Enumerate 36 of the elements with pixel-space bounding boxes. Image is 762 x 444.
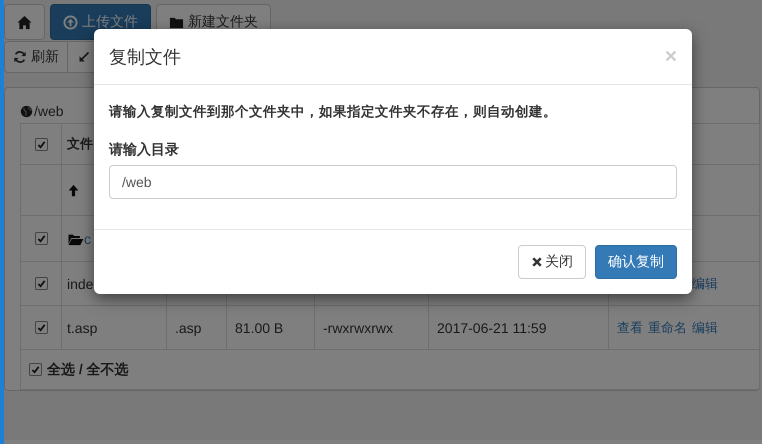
file-name: inde xyxy=(67,276,94,292)
column-header: 文件 xyxy=(67,135,93,153)
close-dialog-button[interactable]: 关闭 xyxy=(518,245,586,279)
checkbox[interactable] xyxy=(34,138,48,150)
dialog-title: 复制文件 xyxy=(109,46,181,68)
file-name: t.asp xyxy=(67,320,98,336)
confirm-copy-button[interactable]: 确认复制 xyxy=(595,245,677,279)
close-icon xyxy=(531,256,543,268)
refresh-button[interactable]: 刷新 xyxy=(4,41,68,73)
upload-icon xyxy=(63,14,78,30)
field-label: 请输入目录 xyxy=(109,141,179,159)
directory-input[interactable]: /web xyxy=(109,165,677,199)
home-icon xyxy=(17,14,32,30)
refresh-icon xyxy=(13,50,27,64)
file-size: 81.00 B xyxy=(235,320,284,336)
path-text: /web xyxy=(34,103,64,119)
home-button[interactable] xyxy=(4,4,45,40)
close-button[interactable]: × xyxy=(664,46,677,67)
checkbox[interactable] xyxy=(29,363,42,376)
edit-link[interactable]: 编辑 xyxy=(692,318,718,336)
file-permissions: -rwxrwxrwx xyxy=(323,320,393,336)
globe-icon xyxy=(20,104,33,118)
checkbox[interactable] xyxy=(34,321,48,334)
file-extension: .asp xyxy=(175,320,202,336)
up-arrow-icon xyxy=(67,182,80,198)
checkbox[interactable] xyxy=(34,232,48,245)
view-link[interactable]: 查看 xyxy=(617,318,643,336)
arrow-icon xyxy=(78,51,90,63)
dialog-message: 请输入复制文件到那个文件夹中，如果指定文件夹不存在，则自动创建。 xyxy=(109,103,557,121)
select-all-label: 全选 / 全不选 xyxy=(47,360,129,378)
modified-time: 2017-06-21 11:59 xyxy=(437,320,546,336)
folder-icon xyxy=(67,232,84,246)
folder-link[interactable]: c xyxy=(84,230,91,246)
rename-link[interactable]: 重命名 xyxy=(648,318,687,336)
edit-link[interactable]: 编辑 xyxy=(692,274,718,292)
checkbox[interactable] xyxy=(34,277,48,290)
